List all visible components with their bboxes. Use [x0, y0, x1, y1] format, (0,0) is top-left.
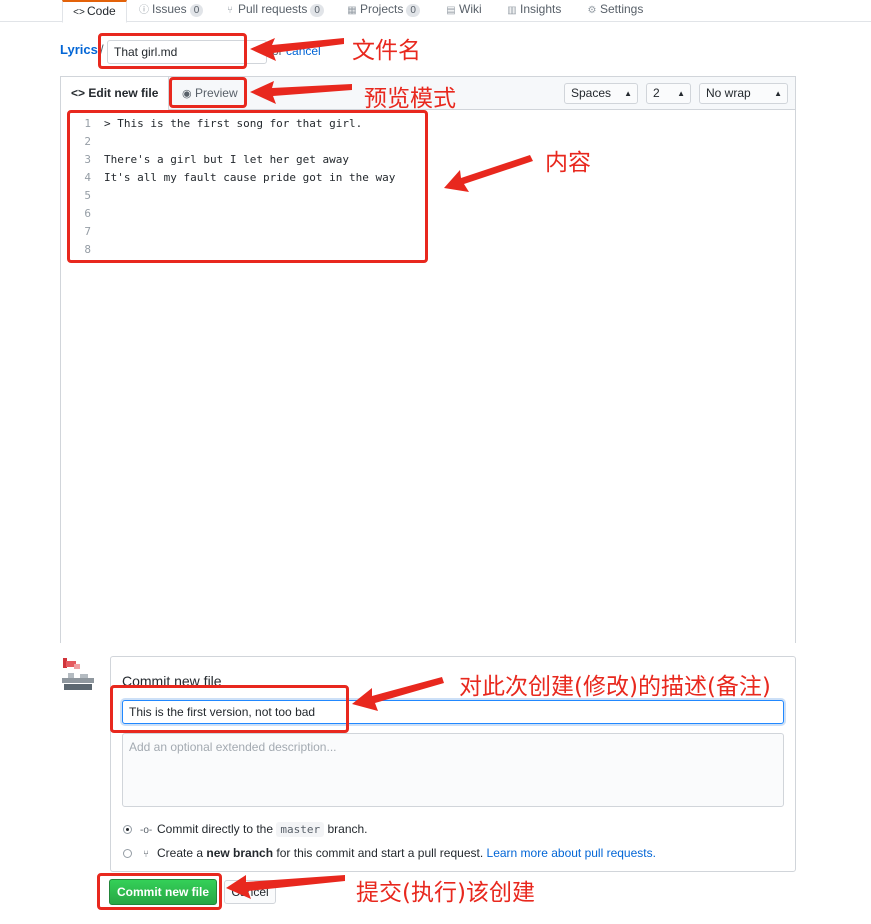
tab-projects[interactable]: ▦ Projects 0 — [346, 0, 420, 22]
annotation-box-commit — [97, 873, 222, 910]
repo-nav: <> Code ⓘ Issues 0 ⑂ Pull requests 0 ▦ Project… — [0, 0, 871, 23]
tab-insights[interactable]: ▥ Insights — [506, 0, 561, 22]
annotation-box-summary — [110, 685, 349, 733]
wrap-mode-value: No wrap — [706, 86, 751, 100]
learn-more-link[interactable]: Learn more about pull requests. — [487, 846, 656, 860]
tab-label: Settings — [600, 2, 644, 16]
tab-pull-requests[interactable]: ⑂ Pull requests 0 — [224, 0, 324, 22]
select-caret-icon: ▲ — [677, 89, 685, 98]
indent-size-value: 2 — [653, 86, 660, 100]
annotation-label-preview: 预览模式 — [364, 86, 456, 112]
annotation-label-filename: 文件名 — [352, 38, 421, 64]
tab-wiki[interactable]: ▤ Wiki — [445, 0, 482, 22]
graph-icon: ▥ — [507, 5, 517, 16]
issue-icon: ⓘ — [139, 5, 149, 16]
code-icon: <> — [71, 86, 86, 100]
new-branch-bold: new branch — [206, 846, 274, 860]
radio-new-branch[interactable] — [123, 849, 132, 858]
book-icon: ▤ — [446, 5, 456, 16]
tab-label: Code — [87, 4, 116, 18]
commit-description-textarea[interactable] — [122, 733, 784, 807]
branch-name: master — [276, 822, 325, 837]
tab-label: Wiki — [459, 2, 482, 16]
tab-label: Insights — [520, 2, 562, 16]
new-prefix: Create a — [157, 846, 204, 860]
tab-label: Issues — [152, 2, 187, 16]
radio-direct[interactable] — [123, 825, 132, 834]
indent-size-select[interactable]: 2 ▲ — [646, 83, 691, 104]
repo-link[interactable]: Lyrics — [60, 42, 98, 57]
tab-issues[interactable]: ⓘ Issues 0 — [138, 0, 204, 22]
tab-code[interactable]: <> Code — [62, 0, 127, 23]
cancel-button[interactable]: Cancel — [224, 880, 276, 904]
project-icon: ▦ — [347, 5, 357, 16]
code-icon: <> — [73, 7, 85, 18]
pull-requests-count: 0 — [310, 4, 324, 17]
direct-prefix: Commit directly to the — [157, 822, 274, 836]
or-cancel: or cancel — [272, 44, 321, 58]
wrap-mode-select[interactable]: No wrap ▲ — [699, 83, 788, 104]
tab-edit-label: Edit new file — [88, 86, 159, 100]
select-caret-icon: ▲ — [624, 89, 632, 98]
select-caret-icon: ▲ — [774, 89, 782, 98]
issues-count: 0 — [189, 4, 204, 17]
or-text: or — [272, 44, 283, 58]
cancel-link[interactable]: cancel — [286, 44, 321, 58]
commit-icon: -o- — [140, 825, 153, 836]
annotation-box-content — [67, 110, 428, 263]
pull-request-icon: ⑂ — [143, 849, 149, 860]
annotation-label-content: 内容 — [545, 150, 591, 176]
commit-new-branch-option[interactable]: ⑂ Create a new branch for this commit and… — [123, 846, 656, 860]
indent-mode-value: Spaces — [571, 86, 612, 100]
direct-suffix: branch. — [327, 822, 368, 836]
annotation-box-filename — [98, 33, 247, 69]
projects-count: 0 — [406, 4, 420, 17]
annotation-label-description: 对此次创建(修改)的描述(备注) — [459, 674, 771, 700]
gear-icon: ⚙ — [587, 5, 597, 16]
avatar — [60, 656, 96, 692]
new-suffix: for this commit and start a pull request… — [276, 846, 484, 860]
tab-label: Pull requests — [238, 2, 308, 16]
tab-edit-new-file[interactable]: <> Edit new file — [61, 77, 170, 111]
pull-request-icon: ⑂ — [227, 5, 233, 16]
tab-label: Projects — [360, 2, 404, 16]
tab-settings[interactable]: ⚙ Settings — [586, 0, 644, 22]
commit-direct-option[interactable]: -o- Commit directly to the master branch. — [123, 822, 368, 837]
indent-mode-select[interactable]: Spaces ▲ — [564, 83, 638, 104]
annotation-box-preview — [169, 77, 247, 108]
annotation-label-commit: 提交(执行)该创建 — [356, 880, 535, 906]
